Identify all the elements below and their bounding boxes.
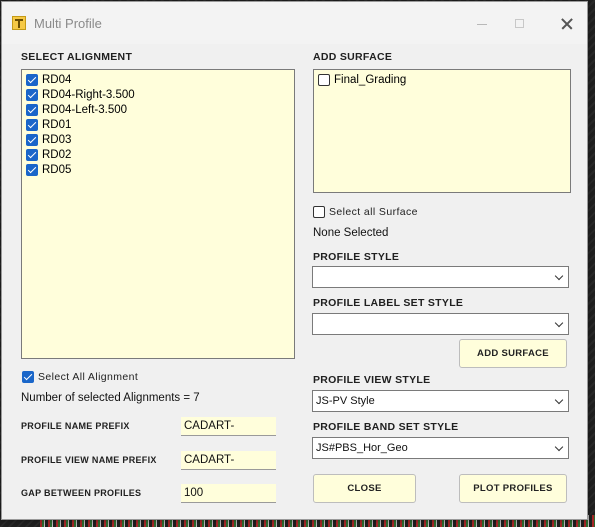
list-item[interactable]: RD02 [26,147,71,162]
select-alignment-heading: SELECT ALIGNMENT [21,51,133,63]
profile-label-set-style-label: PROFILE LABEL SET STYLE [313,297,464,309]
checkbox-icon[interactable] [318,73,330,86]
add-surface-button[interactable]: ADD SURFACE [459,339,567,368]
maximize-icon[interactable] [508,12,532,36]
gap-between-profiles-label: GAP BETWEEN PROFILES [21,488,142,498]
app-icon [12,16,26,30]
alignment-label: RD04-Left-3.500 [42,103,128,116]
profile-view-name-prefix-label: PROFILE VIEW NAME PREFIX [21,455,157,465]
checkbox-icon[interactable] [26,88,38,101]
close-icon[interactable] [556,12,580,36]
profile-view-name-prefix-input[interactable]: CADART- [181,451,276,470]
plot-profiles-button[interactable]: PLOT PROFILES [459,474,567,503]
list-item[interactable]: RD04-Right-3.500 [26,87,135,102]
checkbox-icon[interactable] [26,163,38,176]
surface-label: Final_Grading [334,73,407,86]
profile-style-dropdown[interactable] [312,266,569,288]
alignment-label: RD05 [42,163,72,176]
chevron-down-icon [554,442,564,452]
profile-band-set-style-label: PROFILE BAND SET STYLE [313,421,459,433]
profile-view-style-dropdown[interactable]: JS-PV Style [312,390,569,412]
alignment-label: RD04 [42,73,72,86]
minimize-icon[interactable] [471,12,495,36]
profile-view-style-label: PROFILE VIEW STYLE [313,374,431,386]
profile-name-prefix-input[interactable]: CADART- [181,417,276,436]
add-surface-heading: ADD SURFACE [313,51,393,63]
profile-view-style-value: JS-PV Style [316,395,375,407]
multi-profile-dialog: Multi Profile SELECT ALIGNMENT RD04 RD04… [1,1,588,520]
alignment-label: RD02 [42,148,72,161]
profile-band-set-style-dropdown[interactable]: JS#PBS_Hor_Geo [312,437,569,459]
checkbox-icon[interactable] [313,206,325,218]
selected-count-text: Number of selected Alignments = 7 [21,392,200,404]
surface-list[interactable]: Final_Grading [313,69,571,193]
gap-between-profiles-input[interactable]: 100 [181,484,276,503]
list-item[interactable]: RD03 [26,132,71,147]
chevron-down-icon [554,395,564,405]
checkbox-icon[interactable] [26,118,38,131]
checkbox-icon[interactable] [26,73,38,86]
profile-style-label: PROFILE STYLE [313,251,400,263]
list-item[interactable]: RD05 [26,162,71,177]
checkbox-icon[interactable] [26,148,38,161]
window-title: Multi Profile [34,16,102,31]
list-item[interactable]: RD04-Left-3.500 [26,102,127,117]
profile-name-prefix-label: PROFILE NAME PREFIX [21,421,130,431]
list-item[interactable]: RD01 [26,117,71,132]
chevron-down-icon [554,271,564,281]
surface-status-text: None Selected [313,227,389,239]
checkbox-icon[interactable] [22,371,34,383]
select-all-surface-checkbox[interactable]: Select all Surface [313,206,418,218]
select-all-surface-label: Select all Surface [329,206,418,218]
checkbox-icon[interactable] [26,133,38,146]
profile-label-set-style-dropdown[interactable] [312,313,569,335]
select-all-alignment-label: Select All Alignment [38,371,139,383]
profile-band-set-style-value: JS#PBS_Hor_Geo [316,442,408,454]
list-item[interactable]: Final_Grading [318,72,406,87]
close-button[interactable]: CLOSE [313,474,416,503]
chevron-down-icon [554,318,564,328]
select-all-alignment-checkbox[interactable]: Select All Alignment [22,371,138,383]
alignment-list[interactable]: RD04 RD04-Right-3.500 RD04-Left-3.500 RD… [21,69,295,359]
title-bar: Multi Profile [2,2,587,44]
alignment-label: RD03 [42,133,72,146]
list-item[interactable]: RD04 [26,72,71,87]
alignment-label: RD04-Right-3.500 [42,88,135,101]
checkbox-icon[interactable] [26,103,38,116]
alignment-label: RD01 [42,118,72,131]
